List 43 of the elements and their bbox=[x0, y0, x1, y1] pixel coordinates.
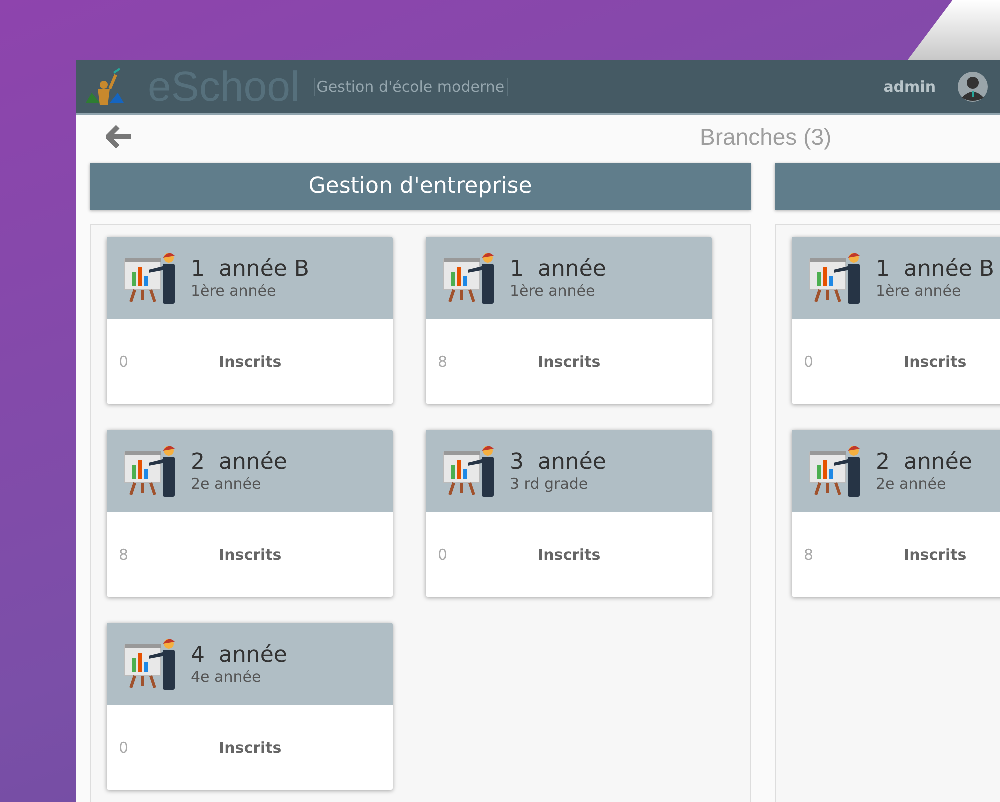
class-level: 1ère année bbox=[510, 282, 596, 300]
class-name: 1 année B bbox=[191, 256, 310, 282]
enrolled-count: 0 bbox=[119, 352, 130, 370]
user-name[interactable]: admin bbox=[884, 78, 936, 96]
enrolled-label: Inscrits bbox=[538, 352, 601, 370]
class-level: 1ère année bbox=[191, 282, 278, 300]
enrolled-count: 0 bbox=[438, 546, 449, 564]
class-level: 3 rd grade bbox=[510, 474, 590, 492]
class-name: 4 année bbox=[191, 642, 288, 668]
enrolled-label: Inscrits bbox=[904, 352, 967, 370]
class-card[interactable]: 4 année 4e année 0 Inscrits bbox=[107, 623, 393, 790]
class-card[interactable]: 3 année 3 rd grade 0 Inscrits bbox=[426, 430, 712, 597]
enrolled-count: 8 bbox=[438, 352, 449, 370]
class-level: 1ère année bbox=[876, 282, 962, 300]
class-name: 1 année bbox=[510, 256, 606, 282]
enrolled-label: Inscrits bbox=[219, 352, 282, 370]
class-card[interactable]: 2 année 2e année 8 Inscrits bbox=[107, 430, 393, 597]
class-name: 2 année bbox=[876, 450, 972, 474]
class-name: 2 année bbox=[191, 450, 288, 474]
enrolled-count: 8 bbox=[804, 546, 815, 564]
back-button[interactable] bbox=[106, 125, 132, 149]
class-card[interactable]: 1 année 1ère année 8 Inscrits bbox=[426, 237, 712, 404]
enrolled-label: Inscrits bbox=[904, 546, 967, 564]
branch-header: Gestion d'entreprise bbox=[90, 163, 751, 210]
class-level: 2e année bbox=[191, 474, 262, 492]
class-name: 1 année B bbox=[876, 256, 995, 282]
enrolled-label: Inscrits bbox=[219, 738, 282, 756]
enrolled-label: Inscrits bbox=[538, 546, 601, 564]
class-level: 4e année bbox=[191, 668, 262, 686]
enrolled-count: 8 bbox=[119, 546, 130, 564]
enrolled-count: 0 bbox=[119, 738, 130, 756]
tagline: Gestion d'école moderne bbox=[314, 78, 508, 96]
class-card[interactable]: 1 année B 1ère année 0 Inscrits bbox=[107, 237, 393, 404]
class-name: 3 année bbox=[510, 450, 606, 474]
class-level: 2e année bbox=[876, 474, 948, 492]
enrolled-label: Inscrits bbox=[219, 546, 282, 564]
back-arrow-icon bbox=[106, 125, 132, 149]
class-card[interactable]: 1 année B 1ère année 0 Inscrits bbox=[792, 237, 1000, 404]
avatar-icon[interactable] bbox=[958, 72, 988, 102]
class-card[interactable]: 2 année 2e année 8 Inscrits bbox=[792, 430, 1000, 597]
page-title: Branches (3) bbox=[700, 124, 832, 150]
enrolled-count: 0 bbox=[804, 352, 815, 370]
logo-icon bbox=[84, 66, 126, 106]
